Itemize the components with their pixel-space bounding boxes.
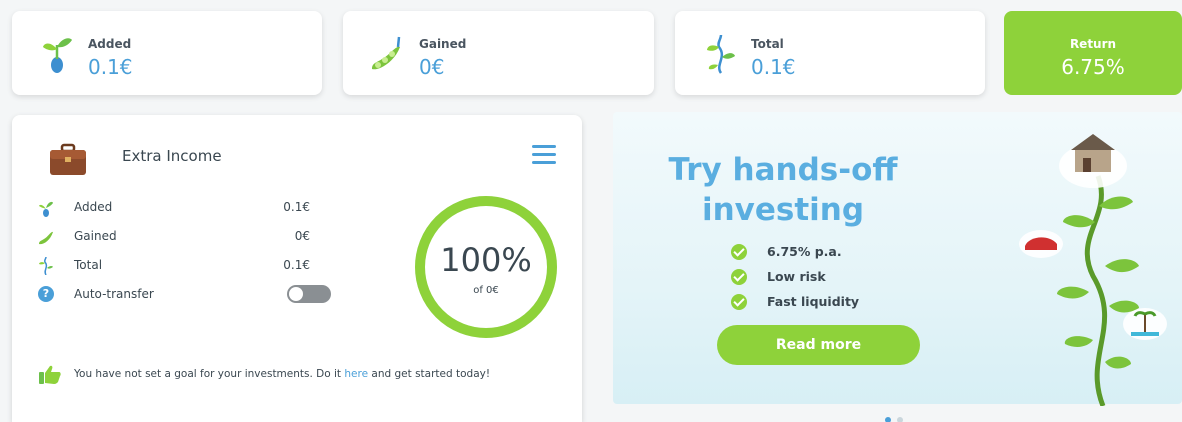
check-icon [731,269,747,285]
row-added-value: 0.1€ [283,200,310,214]
row-added-label: Added [74,200,113,214]
auto-transfer-label: Auto-transfer [74,287,154,301]
return-label: Return [1069,37,1117,51]
gained-value: 0€ [419,55,445,79]
row-gained: Gained 0€ [38,226,310,248]
goal-here-link[interactable]: here [344,368,368,380]
peapod-icon [372,36,401,70]
gained-card: Gained 0€ [343,11,654,95]
goal-text-end: and get started today! [368,368,491,380]
total-label: Total [751,37,784,51]
promo-banner: Try hands-off investing 6.75% p.a. Low r… [613,112,1182,406]
peapod-icon [39,231,53,245]
total-card: Total 0.1€ [675,11,985,95]
thumbs-up-icon [39,365,61,384]
row-gained-label: Gained [74,229,117,243]
promo-title-line1: Try hands-off [668,152,898,188]
sprout-icon [39,201,53,217]
promo-title-line2: investing [701,192,865,228]
help-icon[interactable]: ? [38,286,54,302]
added-label: Added [88,37,132,51]
row-total-label: Total [74,258,103,272]
promo-bullet-text: Fast liquidity [767,294,860,309]
progress-ring: 100% of 0€ [410,191,562,343]
return-card[interactable]: Return 6.75% [1004,11,1182,95]
promo-bullet-text: Low risk [767,269,826,284]
hamburger-menu-icon[interactable] [532,145,556,165]
briefcase-icon [50,143,86,175]
row-total: Total 0.1€ [38,255,310,277]
progress-sub: of 0€ [473,285,499,296]
read-more-button[interactable]: Read more [717,325,920,365]
goal-message: You have not set a goal for your investm… [38,363,568,385]
check-icon [731,294,747,310]
goal-text: You have not set a goal for your investm… [74,368,490,380]
toggle-knob [289,287,303,301]
gained-label: Gained [419,37,467,51]
row-gained-value: 0€ [294,229,310,243]
total-value: 0.1€ [751,55,796,79]
added-card: Added 0.1€ [12,11,322,95]
portfolio-title: Extra Income [122,147,222,165]
row-added: Added 0.1€ [38,197,310,219]
sprout-icon [43,38,72,73]
vine-icon [39,257,53,275]
carousel-dots[interactable] [880,414,920,422]
row-total-value: 0.1€ [283,258,310,272]
auto-transfer-toggle[interactable] [287,285,331,303]
progress-percent: 100% [440,241,532,279]
check-icon [731,244,747,260]
portfolio-card: Extra Income Added 0.1€ Gained 0€ Total … [12,115,582,422]
added-value: 0.1€ [88,55,133,79]
goal-text-start: You have not set a goal for your investm… [74,368,345,380]
vine-icon [707,34,735,74]
promo-bullet-text: 6.75% p.a. [767,244,842,259]
return-value: 6.75% [1061,55,1125,79]
row-auto-transfer: ? Auto-transfer [38,284,331,306]
beanstalk-illustration [1019,134,1167,406]
